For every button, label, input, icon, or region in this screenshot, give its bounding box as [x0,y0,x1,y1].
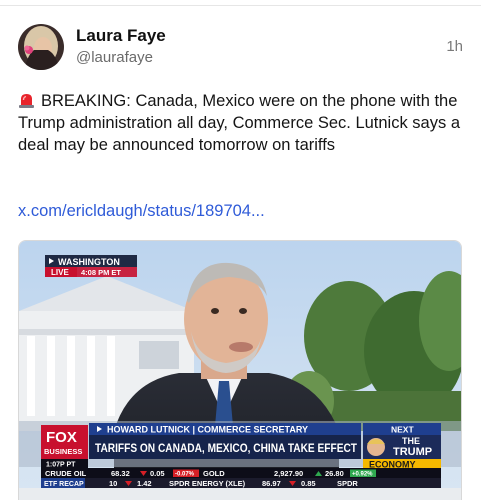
etf-val1: 10 [109,479,117,488]
gold-label: GOLD [203,469,225,478]
etf-val2: 1.42 [137,479,152,488]
lower-third: HOWARD LUTNICK | COMMERCE SECRETARY TARI… [19,421,461,470]
ticker-row-1: CRUDE OIL 68.32 0.05 -0.07% GOLD 2,927.9… [41,468,441,478]
gold-pct: +0.92% [352,472,373,478]
media-card[interactable]: WASHINGTON LIVE 4:08 PM ET HOWARD LUTNIC… [18,240,462,500]
avatar[interactable] [18,24,64,70]
post-timestamp: 1h [446,38,463,55]
avatar-photo [18,24,64,70]
video-frame: WASHINGTON LIVE 4:08 PM ET HOWARD LUTNIC… [19,241,461,500]
post-header: Laura Faye @laurafaye 1h [18,24,463,74]
crude-label: CRUDE OIL [45,469,87,478]
network-bottom: BUSINESS [44,447,82,456]
name-strap: HOWARD LUTNICK | COMMERCE SECRETARY [107,425,308,435]
post-text-content: BREAKING: Canada, Mexico were on the pho… [18,92,460,154]
gold-change: 26.80 [325,469,344,478]
next-show-mid: TRUMP [393,446,432,458]
user-handle[interactable]: @laurafaye [76,48,166,68]
next-show-top: THE [402,436,420,446]
location-tag: WASHINGTON LIVE 4:08 PM ET [45,255,137,277]
crude-change: 0.05 [150,469,165,478]
spdr-price: 86.97 [262,479,281,488]
next-label: NEXT [391,425,414,435]
card-footer-strip [19,488,461,500]
post-text: BREAKING: Canada, Mexico were on the pho… [18,90,468,156]
etf-label: ETF RECAP [44,481,84,488]
local-time: 1:07P PT [46,462,76,469]
author-names: Laura Faye @laurafaye [76,26,166,68]
gold-price: 2,927.90 [274,469,303,478]
rotating-light-icon [19,94,34,108]
live-time: 4:08 PM ET [81,268,121,277]
live-label: LIVE [51,268,69,277]
display-name[interactable]: Laura Faye [76,26,166,46]
spdr-label: SPDR ENERGY (XLE) [169,479,246,488]
location-tag-text: WASHINGTON [58,257,120,267]
ticker-row-2: ETF RECAP 10 1.42 SPDR ENERGY (XLE) 86.9… [41,478,441,488]
network-top: FOX [46,429,77,446]
crude-pct: -0.07% [175,472,195,478]
headline-text: TARIFFS ON CANADA, MEXICO, CHINA TAKE EF… [95,441,358,455]
top-divider [0,0,481,6]
spdr-tail: SPDR [337,479,358,488]
crude-price: 68.32 [111,469,130,478]
post-link[interactable]: x.com/ericldaugh/status/189704... [18,202,265,221]
spdr-change: 0.85 [301,479,316,488]
